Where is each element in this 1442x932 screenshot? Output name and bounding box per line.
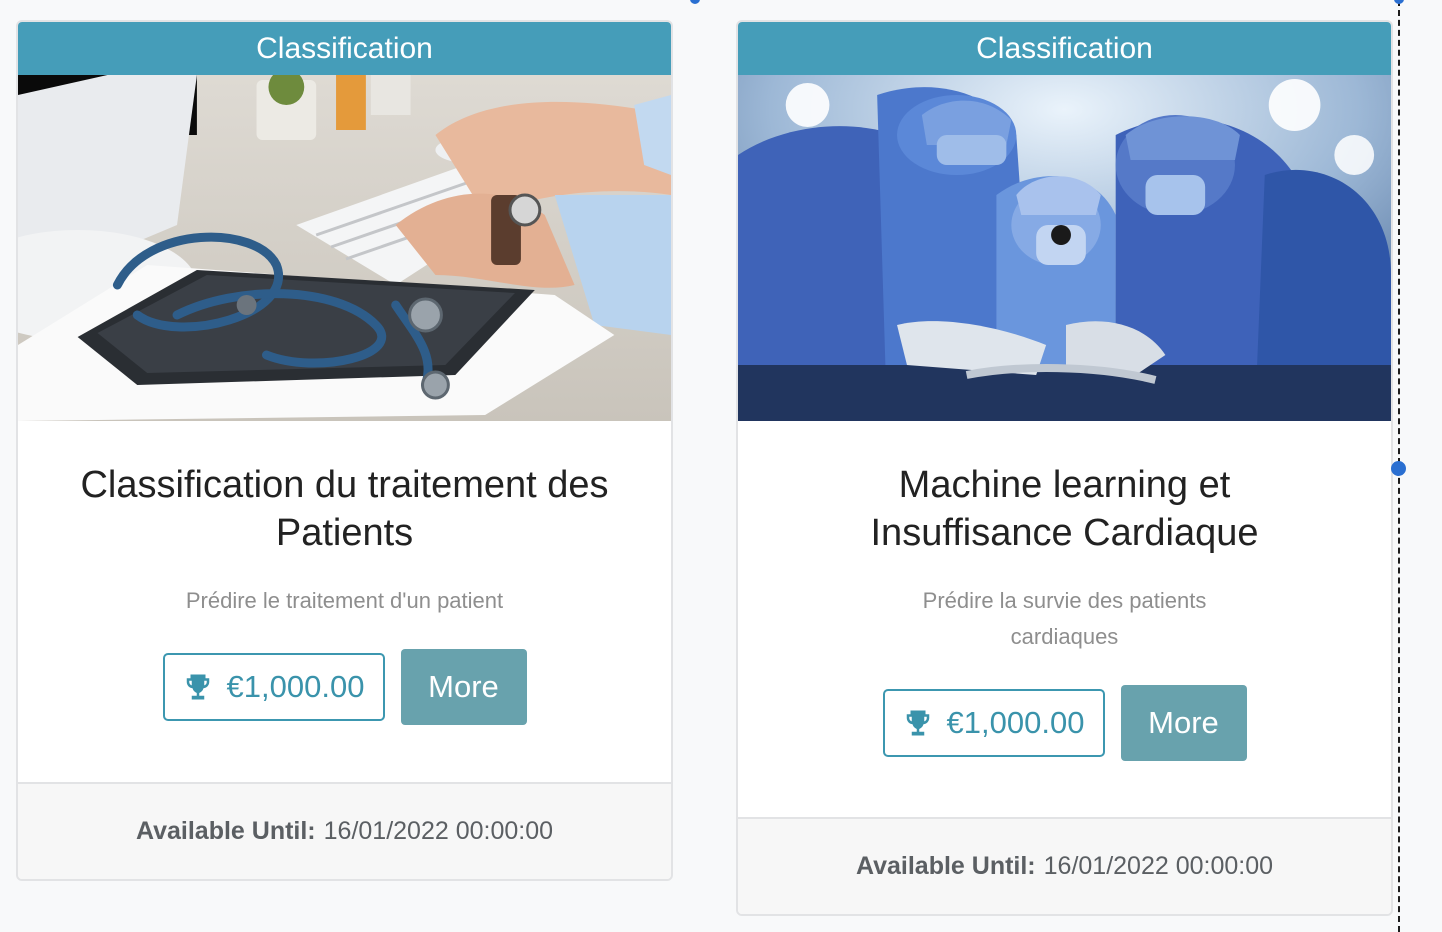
more-button[interactable]: More bbox=[400, 649, 527, 725]
card-actions: €1,000.00 More bbox=[768, 685, 1361, 761]
card-title: Machine learning et Insuffisance Cardiaq… bbox=[870, 464, 1259, 554]
competition-card: Classification bbox=[16, 20, 673, 881]
card-body: Machine learning et Insuffisance Cardiaq… bbox=[738, 421, 1391, 817]
card-image-stethoscope bbox=[18, 75, 671, 421]
prize-amount: €1,000.00 bbox=[946, 705, 1085, 740]
trophy-icon bbox=[186, 674, 209, 700]
card-subtitle: Prédire le traitement d'un patient bbox=[185, 588, 504, 613]
trophy-icon bbox=[906, 710, 929, 736]
available-until-value: 16/01/2022 00:00:00 bbox=[1043, 852, 1274, 880]
prize-amount: €1,000.00 bbox=[226, 669, 365, 704]
category-ribbon: Classification bbox=[738, 22, 1391, 75]
card-title: Classification du traitement des Patient… bbox=[80, 464, 609, 554]
selection-handle[interactable] bbox=[1394, 0, 1404, 4]
available-until-label: Available Until: bbox=[855, 852, 1036, 880]
available-until-label: Available Until: bbox=[135, 817, 316, 845]
category-ribbon: Classification bbox=[18, 22, 671, 75]
more-button[interactable]: More bbox=[1120, 685, 1247, 761]
card-footer: Available Until: 16/01/2022 00:00:00 bbox=[18, 782, 671, 879]
card-image-surgery bbox=[738, 75, 1391, 421]
prize-badge: €1,000.00 bbox=[162, 653, 385, 721]
card-actions: €1,000.00 More bbox=[48, 649, 641, 725]
competition-card: Classification bbox=[736, 20, 1393, 916]
card-subtitle: Prédire la survie des patients cardiaque… bbox=[922, 588, 1207, 649]
card-body: Classification du traitement des Patient… bbox=[18, 421, 671, 781]
resize-handle[interactable] bbox=[1391, 461, 1406, 476]
selection-handle-top[interactable] bbox=[690, 0, 700, 4]
card-footer: Available Until: 16/01/2022 00:00:00 bbox=[738, 817, 1391, 914]
available-until-value: 16/01/2022 00:00:00 bbox=[323, 817, 554, 845]
prize-badge: €1,000.00 bbox=[882, 689, 1105, 757]
